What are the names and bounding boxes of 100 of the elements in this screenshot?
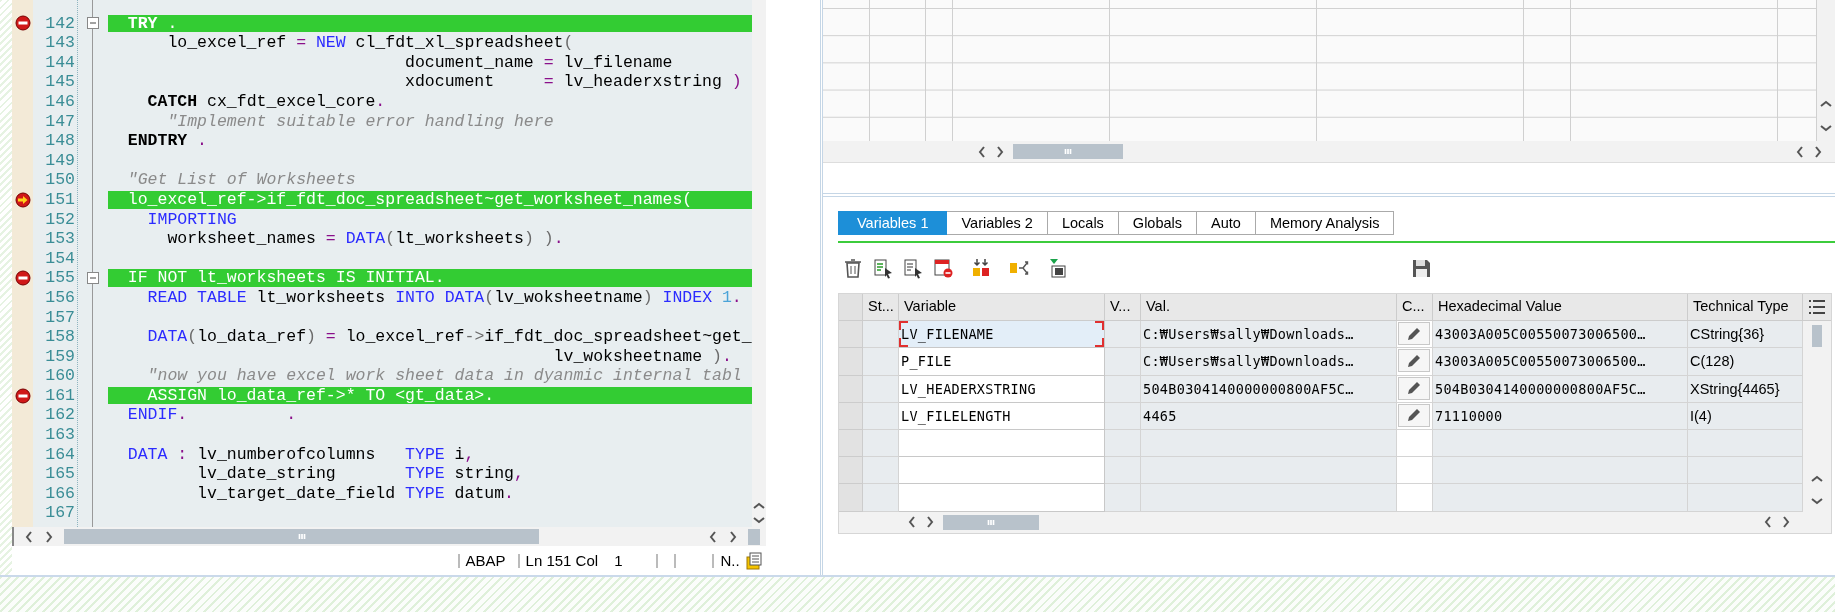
vertical-scrollbar[interactable] [751, 0, 766, 527]
table-cell[interactable]: LV_FILELENGTH [899, 402, 1105, 430]
line-number: 152 [44, 209, 76, 230]
scroll-left-icon[interactable] [707, 530, 718, 543]
table-cell [1105, 348, 1141, 376]
scroll-left-icon[interactable] [24, 530, 34, 543]
table-cell [863, 321, 899, 349]
breakpoint-icon[interactable] [14, 270, 31, 287]
tab[interactable]: Variables 1 [838, 211, 948, 235]
code-line: worksheet_names = DATA(lt_worksheets) ). [166, 229, 565, 249]
scrollbar-thumb[interactable] [943, 514, 1039, 530]
scrollbar-thumb[interactable] [1812, 325, 1822, 348]
table-cell: 504B0304140000000800AF5C… [1141, 375, 1397, 403]
line-number: 149 [44, 150, 76, 171]
pencil-icon [1406, 352, 1422, 369]
scroll-left-icon[interactable] [977, 145, 987, 158]
scroll-left-icon[interactable] [1763, 516, 1773, 528]
tab[interactable]: Auto [1197, 211, 1256, 235]
line-number: 157 [44, 307, 76, 328]
clipboard-icon[interactable] [745, 551, 762, 570]
table-cell: CString{36} [1688, 321, 1803, 349]
scroll-left-icon[interactable] [907, 516, 917, 528]
scroll-up-icon[interactable] [1820, 99, 1832, 109]
code-line: DATA : lv_numberofcolumns TYPE i, [126, 444, 476, 465]
column-header[interactable]: Hexadecimal Value [1433, 294, 1688, 322]
line-number: 146 [44, 91, 76, 112]
cursor-position: Ln 151 Col [525, 552, 599, 569]
save-icon[interactable] [1410, 257, 1432, 279]
table-cell[interactable] [899, 484, 1105, 512]
table-cell[interactable]: LV_FILENAME [899, 321, 1105, 349]
scroll-up-icon[interactable] [752, 501, 765, 511]
column-header[interactable]: Val. [1141, 294, 1397, 322]
menu-icon[interactable] [1808, 299, 1826, 315]
tab[interactable]: Globals [1118, 211, 1198, 235]
delete-icon[interactable] [842, 257, 864, 279]
code-line: xdocument = lv_headerxstring ) [404, 72, 743, 92]
code-line: CATCH cx_fdt_excel_core. [146, 91, 387, 112]
tab[interactable]: Locals [1047, 211, 1119, 235]
column-header[interactable]: V... [1105, 294, 1141, 322]
table-cell [863, 348, 899, 376]
column-header[interactable]: Variable [899, 294, 1105, 322]
table-cell[interactable] [899, 429, 1105, 458]
breakpoint-gutter[interactable] [12, 0, 33, 527]
column-header[interactable]: Technical Type [1688, 294, 1803, 322]
horizontal-scrollbar[interactable] [12, 527, 766, 546]
tab[interactable]: Variables 2 [947, 211, 1048, 235]
scroll-down-icon[interactable] [1820, 123, 1832, 133]
line-number: 144 [44, 52, 76, 73]
line-number: 147 [44, 111, 76, 132]
vertical-scrollbar[interactable] [1817, 0, 1835, 141]
table-cell[interactable] [899, 457, 1105, 485]
collapse-icon[interactable] [87, 272, 99, 285]
mode-label: N.. [720, 552, 740, 569]
pencil-icon [1406, 325, 1422, 342]
table-cell [863, 457, 899, 485]
collapse-icon[interactable] [87, 17, 99, 30]
scrollbar-corner [747, 528, 760, 545]
breakpoint-icon[interactable] [14, 15, 31, 32]
table-cell[interactable]: LV_HEADERXSTRING [899, 375, 1105, 403]
scroll-down-icon[interactable] [752, 515, 765, 525]
vertical-scrollbar[interactable] [1803, 321, 1831, 512]
scroll-up-icon[interactable] [1811, 473, 1823, 484]
scrollbar-thumb[interactable] [64, 529, 539, 544]
line-number: 156 [44, 287, 76, 308]
line-number: 143 [44, 33, 76, 53]
breakpoint-icon[interactable] [14, 387, 31, 404]
code-line: ENDTRY . [126, 131, 209, 151]
line-number: 148 [44, 131, 76, 151]
column-header[interactable]: C... [1397, 294, 1433, 322]
line-number: 151 [44, 189, 76, 210]
scroll-right-icon[interactable] [995, 145, 1005, 158]
horizontal-scrollbar[interactable] [839, 511, 1831, 533]
line-number: 164 [44, 444, 76, 465]
code-line: "Get List of Worksheets [126, 170, 357, 190]
line-number: 154 [44, 248, 76, 269]
table-cell: 4465 [1141, 402, 1397, 430]
scroll-right-icon[interactable] [727, 530, 738, 543]
scroll-down-icon[interactable] [1811, 495, 1823, 506]
scrollbar-thumb[interactable] [1013, 144, 1123, 159]
line-number: 153 [44, 229, 76, 249]
line-number: 163 [44, 425, 76, 445]
tab[interactable]: Memory Analysis [1255, 211, 1395, 235]
table-cell [1105, 375, 1141, 403]
code-line: "now you have excel work sheet data in dyanmic internal tabl [146, 366, 743, 386]
pencil-icon [1406, 380, 1422, 397]
swap-blocks-icon[interactable] [970, 257, 992, 279]
scroll-right-icon[interactable] [1781, 516, 1791, 528]
table-cell [863, 429, 899, 458]
language-label: ABAP [465, 552, 506, 569]
column-header[interactable]: St... [863, 294, 899, 322]
scroll-left-icon[interactable] [1795, 145, 1805, 158]
document-remove-icon[interactable] [932, 257, 954, 279]
column-number: 1 [614, 552, 623, 569]
scroll-right-icon[interactable] [925, 516, 935, 528]
line-number: 161 [44, 385, 76, 406]
scroll-right-icon[interactable] [44, 530, 54, 543]
table-cell[interactable]: P_FILE [899, 348, 1105, 376]
scroll-right-icon[interactable] [1813, 145, 1823, 158]
document-pointer-icon[interactable] [872, 257, 894, 279]
document-pointer-icon[interactable] [902, 257, 924, 279]
